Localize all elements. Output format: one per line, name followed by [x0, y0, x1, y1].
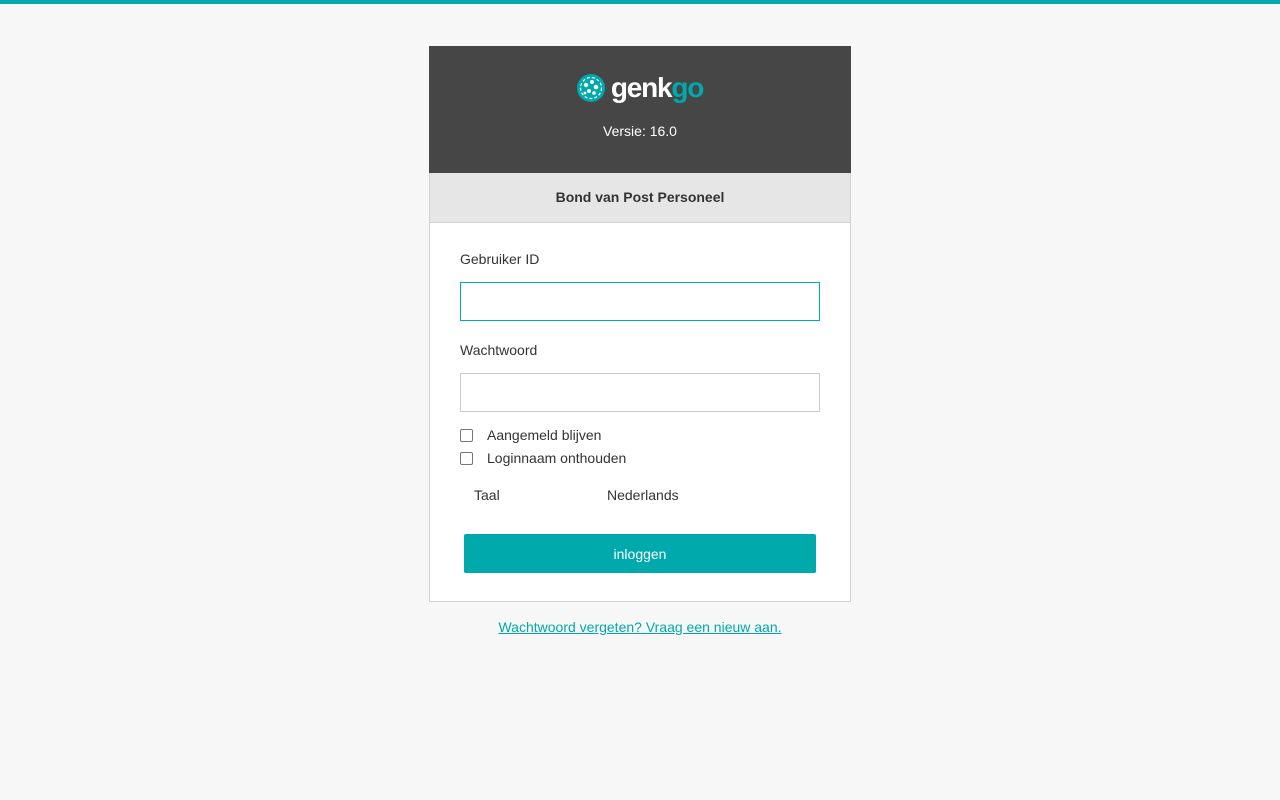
login-button[interactable]: inloggen — [464, 534, 816, 573]
version-label: Versie: 16.0 — [603, 123, 677, 139]
language-row: Taal Nederlands — [474, 487, 804, 503]
forgot-password-container: Wachtwoord vergeten? Vraag een nieuw aan… — [0, 619, 1280, 635]
genkgo-logo: genkgo — [576, 72, 705, 103]
organization-name: Bond van Post Personeel — [429, 173, 851, 223]
logo-wordmark-go: go — [671, 72, 704, 103]
remember-username-row[interactable]: Loginnaam onthouden — [460, 450, 626, 466]
forgot-password-link[interactable]: Wachtwoord vergeten? Vraag een nieuw aan… — [498, 619, 781, 635]
remember-login-label[interactable]: Aangemeld blijven — [487, 427, 601, 443]
top-accent-bar — [0, 0, 1280, 4]
logo-wordmark: genkgo — [610, 72, 705, 103]
remember-username-label[interactable]: Loginnaam onthouden — [487, 450, 626, 466]
login-card: genkgo Versie: 16.0 Bond van Post Person… — [429, 46, 851, 602]
remember-username-checkbox[interactable] — [460, 451, 473, 465]
genkgo-logo-icon — [576, 74, 605, 102]
language-select[interactable]: Nederlands — [607, 487, 679, 503]
logo-wordmark-genk: genk — [610, 72, 673, 103]
remember-login-row[interactable]: Aangemeld blijven — [460, 427, 601, 443]
password-label: Wachtwoord — [460, 342, 538, 358]
brand-header: genkgo Versie: 16.0 — [429, 46, 851, 173]
remember-login-checkbox[interactable] — [460, 428, 473, 442]
login-form: Gebruiker ID Wachtwoord Aangemeld blijve… — [429, 223, 851, 602]
user-id-input[interactable] — [460, 282, 820, 321]
user-id-label: Gebruiker ID — [460, 251, 540, 267]
language-label: Taal — [474, 487, 500, 503]
password-input[interactable] — [460, 373, 820, 412]
